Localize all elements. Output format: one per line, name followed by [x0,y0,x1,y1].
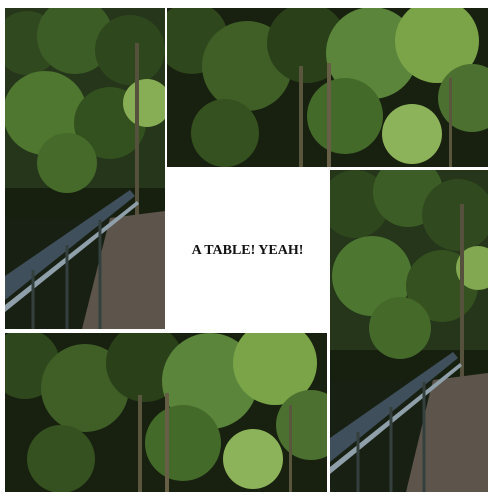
forest-bridge-photo-left [5,8,165,329]
forest-bridge-image [330,170,488,492]
forest-bridge-photo-right [330,170,488,492]
page: A TABLE! YEAH! [0,0,496,497]
forest-photo-top [167,8,488,167]
forest-photo-bottom [5,333,327,492]
forest-image [167,8,488,167]
forest-image [5,333,327,492]
forest-bridge-image [5,8,165,329]
table-caption: A TABLE! YEAH! [191,242,304,258]
center-cell: A TABLE! YEAH! [167,170,328,331]
